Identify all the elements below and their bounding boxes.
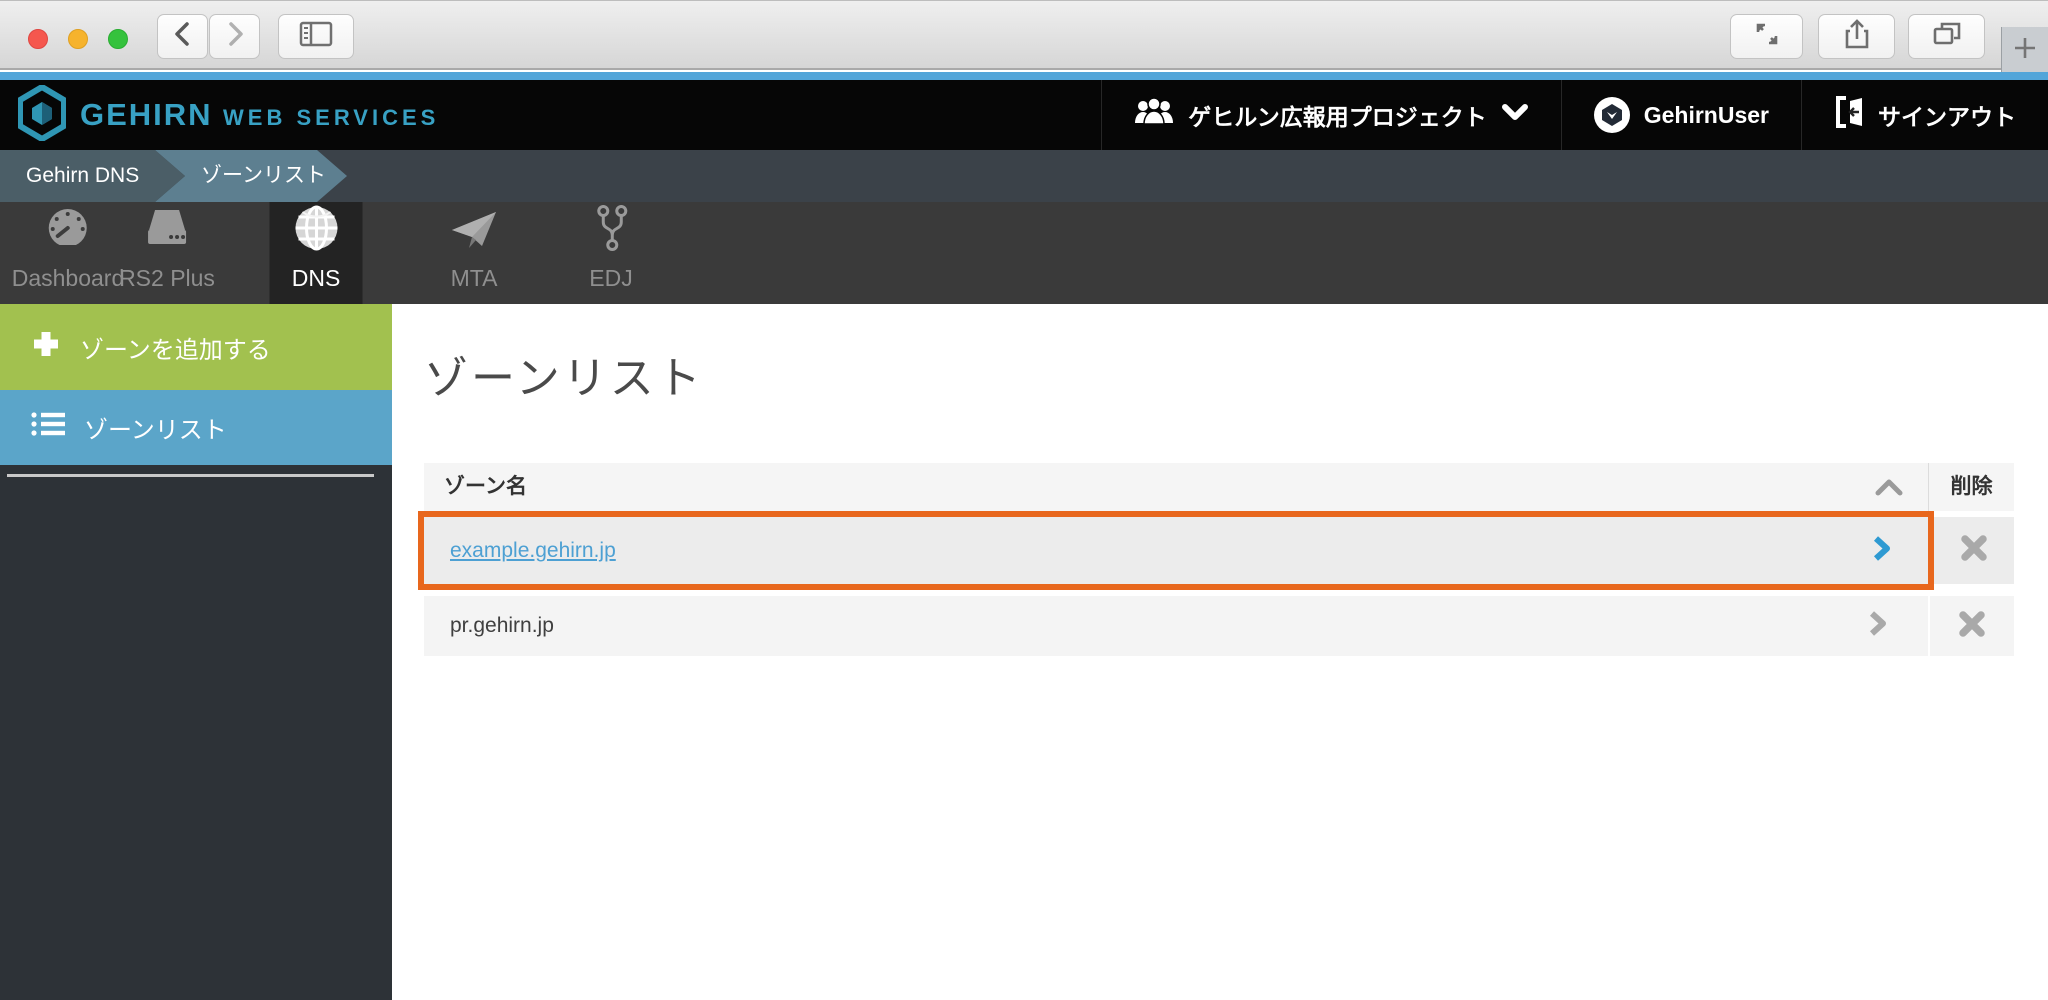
share-button[interactable] <box>1818 14 1895 59</box>
delete-zone-button[interactable] <box>1934 517 2014 584</box>
close-window-button[interactable] <box>28 29 48 49</box>
service-tabbar: Dashboard RS2 Plus DNS <box>0 202 2048 304</box>
tab-label: MTA <box>451 265 498 292</box>
breadcrumb-label: ゾーンリスト <box>201 164 326 187</box>
breadcrumb-label: Gehirn DNS <box>26 164 139 187</box>
breadcrumb: ゾーンリスト Gehirn DNS <box>0 150 2048 202</box>
tab-dns[interactable]: DNS <box>270 202 363 304</box>
table-row[interactable]: pr.gehirn.jp <box>424 596 2014 656</box>
fullscreen-icon <box>1752 19 1782 54</box>
people-group-icon <box>1134 97 1174 133</box>
user-name: GehirnUser <box>1644 102 1769 129</box>
chevron-right-icon[interactable] <box>1872 535 1892 566</box>
tab-edj[interactable]: EDJ <box>575 202 646 304</box>
fullscreen-button[interactable] <box>1730 14 1803 59</box>
new-tab-button[interactable] <box>2001 27 2048 73</box>
column-header-zone-name[interactable]: ゾーン名 <box>444 463 527 511</box>
page-title: ゾーンリスト <box>424 342 704 406</box>
sidebar-item-label: ゾーンを追加する <box>80 330 271 365</box>
server-icon <box>141 206 193 258</box>
delete-zone-button[interactable] <box>1930 596 2014 656</box>
user-menu[interactable]: GehirnUser <box>1561 80 1801 150</box>
project-selector[interactable]: ゲヒルン広報用プロジェクト <box>1101 80 1561 150</box>
x-icon <box>1958 610 1986 643</box>
app-header: GEHIRN WEB SERVICES ゲヒルン広報用プロジェクト <box>0 80 2048 150</box>
chevron-right-icon <box>222 19 248 54</box>
signout-button[interactable]: サインアウト <box>1801 80 2048 150</box>
back-button[interactable] <box>157 14 208 59</box>
globe-icon <box>292 204 340 258</box>
header-right-menu: ゲヒルン広報用プロジェクト GehirnUser サ <box>1101 80 2048 150</box>
tab-overview-button[interactable] <box>1908 14 1985 59</box>
tab-label: EDJ <box>589 265 632 292</box>
page-top-accent-bar <box>0 72 2048 80</box>
brand-logo[interactable]: GEHIRN WEB SERVICES <box>0 85 439 146</box>
tab-label: RS2 Plus <box>119 265 215 292</box>
gauge-icon <box>45 206 91 258</box>
highlighted-zone-row[interactable]: example.gehirn.jp <box>418 511 1934 590</box>
share-icon <box>1842 18 1872 55</box>
sidebar-item-zone-list[interactable]: ゾーンリスト <box>0 390 392 465</box>
list-icon <box>30 410 66 445</box>
zone-table: ゾーン名 削除 example.gehirn.jp pr.gehirn.jp <box>424 463 2014 656</box>
zone-link[interactable]: example.gehirn.jp <box>450 539 616 563</box>
tab-mta[interactable]: MTA <box>434 202 514 304</box>
tab-label: DNS <box>292 265 341 292</box>
zone-table-header: ゾーン名 削除 <box>424 463 2014 511</box>
zoom-window-button[interactable] <box>108 29 128 49</box>
plus-icon <box>30 328 62 367</box>
sidebar-toggle-button[interactable] <box>278 14 354 59</box>
tab-rs2-plus[interactable]: RS2 Plus <box>105 202 229 304</box>
brand-name: GEHIRN <box>80 97 213 132</box>
browser-titlebar <box>0 0 2048 70</box>
x-icon <box>1960 534 1988 567</box>
sort-ascending-icon[interactable] <box>1872 476 1906 503</box>
paper-plane-icon <box>448 206 500 258</box>
sidebar-divider <box>7 474 374 477</box>
plus-icon <box>2012 35 2038 66</box>
sidebar-item-add-zone[interactable]: ゾーンを追加する <box>0 304 392 390</box>
chevron-left-icon <box>170 19 196 54</box>
main-content: ゾーンリスト ゾーン名 削除 example.gehirn.jp <box>392 304 2048 1000</box>
sidebar: ゾーンを追加する ゾーンリスト <box>0 304 392 1000</box>
table-row: example.gehirn.jp <box>424 511 2014 590</box>
minimize-window-button[interactable] <box>68 29 88 49</box>
avatar <box>1594 97 1630 133</box>
fork-icon <box>591 204 631 258</box>
zone-name: pr.gehirn.jp <box>450 596 554 656</box>
chevron-down-icon <box>1501 102 1529 129</box>
signout-label: サインアウト <box>1878 98 2016 132</box>
gehirn-hexagon-logo-icon <box>18 85 66 146</box>
window-controls <box>28 29 128 49</box>
tabs-icon <box>1931 19 1963 54</box>
chevron-right-icon[interactable] <box>1868 611 1888 642</box>
sidebar-icon <box>298 19 334 54</box>
breadcrumb-item-gehirn-dns[interactable]: Gehirn DNS <box>0 150 185 202</box>
signout-door-icon <box>1834 95 1864 135</box>
sidebar-item-label: ゾーンリスト <box>84 410 227 445</box>
brand-suffix: WEB SERVICES <box>223 105 439 130</box>
project-selector-label: ゲヒルン広報用プロジェクト <box>1188 98 1487 132</box>
column-header-delete: 削除 <box>1929 463 2014 511</box>
forward-button[interactable] <box>209 14 260 59</box>
